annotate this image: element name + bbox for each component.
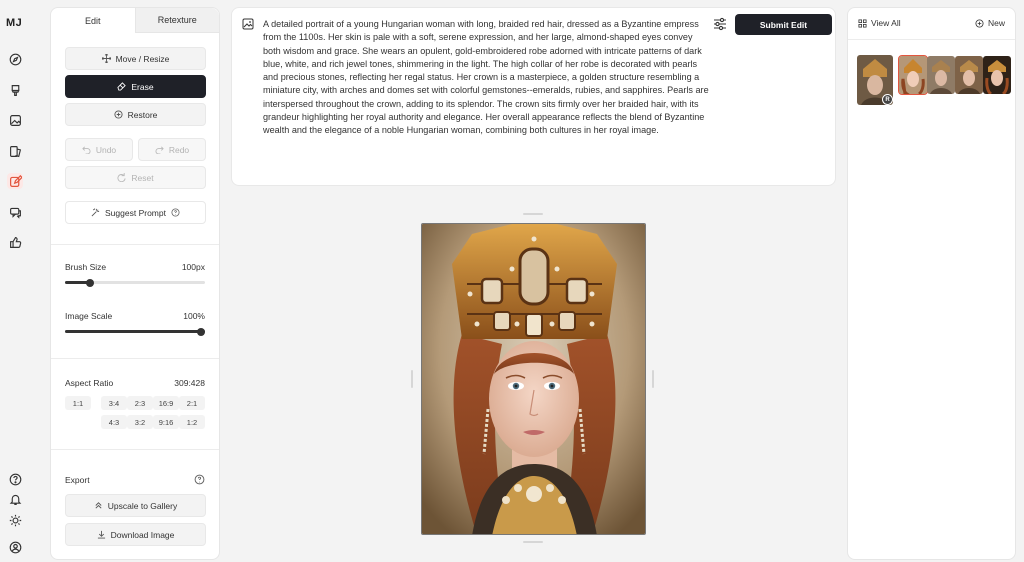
help-icon[interactable] — [171, 208, 180, 217]
undo-label: Undo — [95, 144, 117, 155]
download-label: Download Image — [110, 529, 175, 540]
reset-label: Reset — [131, 172, 154, 183]
aspect-ratio-option[interactable]: 2:1 — [179, 396, 205, 410]
aspect-ratio-option[interactable]: 16:9 — [153, 396, 179, 410]
history-header: View All New — [848, 8, 1015, 40]
resize-handle-bottom[interactable] — [523, 541, 543, 543]
divider — [51, 449, 219, 450]
app-logo[interactable]: MJ — [6, 17, 22, 29]
restore-button[interactable]: Restore — [65, 103, 206, 126]
image-scale-value: 100% — [183, 311, 205, 321]
aspect-ratio-label: Aspect Ratio — [65, 378, 114, 388]
undo-icon — [82, 146, 91, 154]
history-thumbnail[interactable] — [927, 56, 955, 94]
brush-icon[interactable] — [7, 82, 23, 98]
aspect-ratio-option[interactable]: 1:1 — [65, 396, 91, 410]
erase-label: Erase — [131, 81, 154, 92]
chat-icon[interactable] — [7, 204, 23, 220]
view-all-button[interactable]: View All — [858, 18, 901, 28]
brush-size-label: Brush Size — [65, 262, 107, 272]
export-help-icon[interactable] — [194, 474, 205, 485]
eraser-icon — [117, 82, 127, 91]
aspect-ratio-option[interactable]: 9:16 — [153, 415, 179, 429]
image-scale-label: Image Scale — [65, 311, 113, 321]
download-image-button[interactable]: Download Image — [65, 523, 206, 546]
portrait-image — [422, 224, 645, 534]
slider-handle[interactable] — [86, 278, 94, 287]
history-panel: View All New R — [847, 7, 1016, 560]
aspect-ratio-option[interactable]: 3:4 — [101, 396, 127, 410]
upscale-label: Upscale to Gallery — [107, 500, 178, 511]
tab-retexture[interactable]: Retexture — [134, 8, 219, 33]
undo-button[interactable]: Undo — [65, 138, 133, 161]
image-prompt-icon[interactable] — [242, 18, 254, 30]
view-all-label: View All — [871, 18, 901, 28]
edit-panel: Edit Retexture Move / Resize Erase Resto… — [50, 7, 220, 560]
reset-icon — [117, 173, 126, 182]
submit-edit-button[interactable]: Submit Edit — [735, 14, 832, 35]
explore-icon[interactable] — [7, 51, 23, 67]
plus-circle-icon — [975, 18, 984, 28]
restore-label: Restore — [127, 109, 158, 120]
slider-handle[interactable] — [197, 327, 205, 336]
thumbs-up-icon[interactable] — [7, 234, 23, 250]
divider — [51, 244, 219, 245]
aspect-ratio-option[interactable]: 3:2 — [127, 415, 153, 429]
reset-button[interactable]: Reset — [65, 166, 206, 189]
bell-icon[interactable] — [7, 491, 23, 507]
help-icon[interactable] — [7, 471, 23, 487]
upscale-to-gallery-button[interactable]: Upscale to Gallery — [65, 494, 206, 517]
nav-rail: MJ — [0, 0, 30, 562]
image-scale-slider[interactable] — [65, 327, 205, 336]
thumbnail-image — [899, 56, 927, 94]
thumbnail-image — [983, 56, 1011, 94]
organize-icon[interactable] — [7, 143, 23, 159]
redo-button[interactable]: Redo — [138, 138, 206, 161]
aspect-ratio-option[interactable]: 4:3 — [101, 415, 127, 429]
move-icon — [101, 54, 111, 63]
aspect-ratio-value: 309:428 — [174, 378, 205, 388]
tab-edit[interactable]: Edit — [51, 8, 135, 33]
restore-icon — [114, 110, 123, 119]
edit-icon[interactable] — [7, 173, 23, 189]
download-icon — [97, 530, 105, 539]
suggest-prompt-button[interactable]: Suggest Prompt — [65, 201, 206, 224]
brush-size-slider[interactable] — [65, 278, 205, 287]
history-thumbnail-selected[interactable] — [898, 55, 928, 95]
settings-sliders-icon[interactable] — [713, 17, 727, 31]
resize-handle-left[interactable] — [411, 370, 413, 388]
redo-icon — [155, 146, 164, 154]
erase-button[interactable]: Erase — [65, 75, 206, 98]
thumbnail-image — [955, 56, 983, 94]
export-label: Export — [65, 475, 90, 485]
edit-canvas-image[interactable] — [421, 223, 646, 535]
aspect-ratio-option[interactable]: 1:2 — [179, 415, 205, 429]
image-icon[interactable] — [7, 112, 23, 128]
move-resize-button[interactable]: Move / Resize — [65, 47, 206, 70]
history-thumbnail[interactable] — [955, 56, 983, 94]
profile-icon[interactable] — [7, 539, 23, 555]
divider — [51, 358, 219, 359]
thumbnail-image — [927, 56, 955, 94]
move-resize-label: Move / Resize — [115, 53, 170, 64]
brush-size-value: 100px — [181, 262, 205, 272]
resize-handle-right[interactable] — [652, 370, 654, 388]
suggest-prompt-label: Suggest Prompt — [105, 207, 166, 218]
history-thumbnail[interactable] — [983, 56, 1011, 94]
sparkle-icon — [91, 208, 100, 217]
new-label: New — [987, 18, 1005, 28]
grid-icon — [858, 18, 867, 28]
prompt-card: A detailed portrait of a young Hungarian… — [231, 7, 836, 186]
sun-icon[interactable] — [7, 512, 23, 528]
resize-handle-top[interactable] — [523, 213, 543, 215]
aspect-ratio-option[interactable]: 2:3 — [127, 396, 153, 410]
new-button[interactable]: New — [975, 18, 1005, 28]
remix-badge: R — [882, 94, 893, 105]
prompt-textarea[interactable]: A detailed portrait of a young Hungarian… — [263, 18, 711, 138]
redo-label: Redo — [168, 144, 190, 155]
chevrons-up-icon — [95, 502, 102, 509]
slider-fill — [65, 330, 205, 333]
